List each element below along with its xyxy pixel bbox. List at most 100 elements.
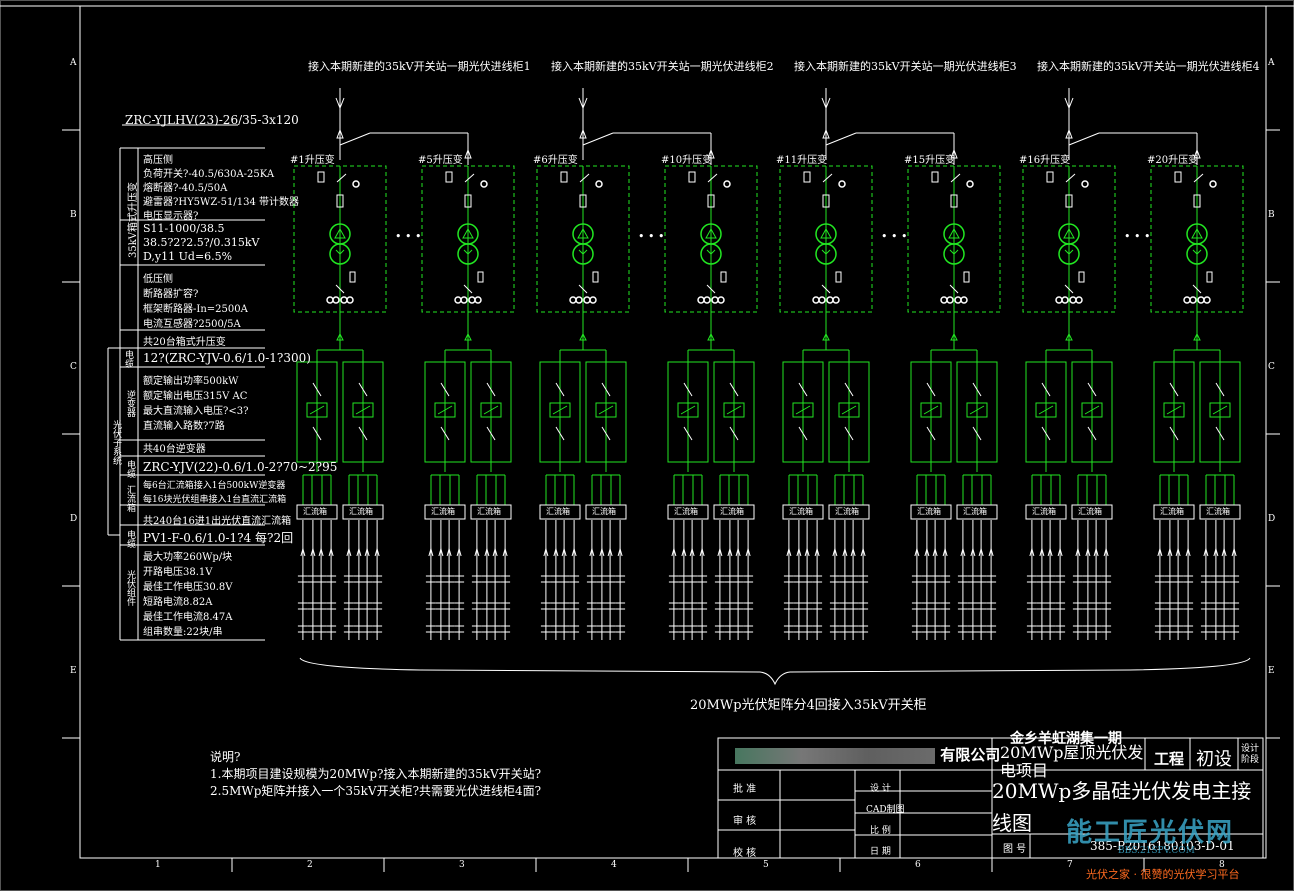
cable2-tag: 电缆 bbox=[123, 350, 133, 368]
design-stage-label: 设计阶段 bbox=[1241, 744, 1260, 765]
tb-scale: 比 例 bbox=[870, 826, 891, 836]
cable4-spec: PV1-F-0.6/1.0-1?4 每?2回 bbox=[143, 531, 294, 545]
stage-value: 初设 bbox=[1196, 749, 1232, 770]
stage-label: 工程 bbox=[1154, 750, 1185, 768]
lp-hv-line-1: 负荷开关?-40.5/630A-25KA bbox=[143, 169, 275, 180]
lv-arrester bbox=[835, 271, 842, 283]
indicator bbox=[1081, 180, 1089, 188]
ct bbox=[818, 296, 826, 304]
transformer-label: #5升压变 bbox=[418, 155, 463, 166]
ct bbox=[569, 296, 577, 304]
lp-inv-line-3: 直流输入路数?7路 bbox=[143, 421, 225, 432]
load-switch bbox=[464, 173, 475, 183]
combiner-label: 汇流箱 bbox=[835, 507, 859, 516]
watermark-site: BBS.21SPV.COM bbox=[1118, 846, 1195, 856]
surge-arrester bbox=[317, 171, 325, 183]
ct bbox=[1197, 296, 1205, 304]
drawing-no-label: 图 号 bbox=[1003, 844, 1027, 855]
lv-arrester bbox=[1206, 271, 1213, 283]
combiner-label: 汇流箱 bbox=[720, 507, 744, 516]
indicator bbox=[966, 180, 974, 188]
ellipsis: • • • bbox=[638, 230, 665, 243]
combiner-label: 汇流箱 bbox=[546, 507, 570, 516]
lp-pv-line-0: 最大功率260Wp/块 bbox=[143, 552, 233, 563]
tb-design: 设 计 bbox=[870, 784, 891, 794]
ct bbox=[697, 296, 705, 304]
load-switch bbox=[950, 173, 961, 183]
ct bbox=[346, 296, 354, 304]
surge-arrester bbox=[803, 171, 811, 183]
row-label-A-right: A bbox=[1268, 58, 1275, 68]
note-line-2: 2.5MWp矩阵并接入一个35kV开关柜?共需要光伏进线柜4面? bbox=[210, 784, 542, 798]
ct bbox=[960, 296, 968, 304]
company-logo-blur bbox=[735, 748, 935, 764]
section-35kv-label: 35kV箱式升压变 bbox=[128, 181, 139, 258]
transformer-label: #15升压变 bbox=[904, 155, 956, 166]
combiner-label: 汇流箱 bbox=[431, 507, 455, 516]
watermark-text: 光伏之家 · 很赞的光伏学习平台 bbox=[1086, 868, 1240, 881]
surge-arrester bbox=[560, 171, 568, 183]
feeder-title-3: 接入本期新建的35kV开关站一期光伏进线柜3 bbox=[794, 60, 1017, 73]
lv-arrester bbox=[1078, 271, 1085, 283]
load-switch bbox=[1065, 173, 1076, 183]
feeder-title-2: 接入本期新建的35kV开关站一期光伏进线柜2 bbox=[551, 60, 774, 73]
array-caption: 20MWp光伏矩阵分4回接入35kV开关柜 bbox=[690, 698, 927, 713]
ct bbox=[1189, 296, 1197, 304]
combiner-label: 汇流箱 bbox=[1032, 507, 1056, 516]
feeder-title-1: 接入本期新建的35kV开关站一期光伏进线柜1 bbox=[308, 60, 531, 73]
surge-arrester bbox=[1174, 171, 1182, 183]
ellipsis: • • • bbox=[881, 230, 908, 243]
row-label-C-right: C bbox=[1268, 362, 1275, 372]
lp-hv-line-3: 避雷器?HY5WZ-51/134 带计数器 bbox=[143, 197, 300, 208]
combiner-label: 汇流箱 bbox=[674, 507, 698, 516]
tie-line bbox=[1068, 132, 1100, 146]
lp-tx-line-2: D,y11 Ud=6.5% bbox=[143, 250, 233, 263]
lv-arrester bbox=[349, 271, 356, 283]
lv-arrester bbox=[477, 271, 484, 283]
ct bbox=[1061, 296, 1069, 304]
tie-line bbox=[582, 132, 614, 146]
cable3-spec: ZRC-YJV(22)-0.6/1.0-2?70~2?95 bbox=[143, 460, 338, 474]
ct bbox=[826, 296, 834, 304]
lp-pv-line-2: 最佳工作电压30.8V bbox=[143, 582, 233, 593]
combiner-label: 汇流箱 bbox=[1206, 507, 1230, 516]
transformer-label: #10升压变 bbox=[661, 155, 713, 166]
cable-spec-top: ZRC-YJLHV(23)-26/35-3x120 bbox=[125, 113, 299, 127]
load-switch bbox=[579, 173, 590, 183]
col-label-2: 2 bbox=[307, 860, 313, 870]
cable3-tag: 电缆 bbox=[125, 460, 135, 478]
lp-lv-line-2: 框架断路器-In=2500A bbox=[143, 304, 248, 315]
row-label-C-left: C bbox=[70, 362, 77, 372]
lp-tx-line-0: S11-1000/38.5 bbox=[143, 222, 225, 235]
ct bbox=[832, 296, 840, 304]
ct bbox=[340, 296, 348, 304]
surge-arrester bbox=[445, 171, 453, 183]
lp-lv-line-3: 电流互感器?2500/5A bbox=[143, 319, 241, 330]
lp-comb-line-0: 每6台汇流箱接入1台500kW逆变器 bbox=[143, 481, 286, 491]
tb-review: 审 核 bbox=[733, 816, 757, 827]
tie-line bbox=[339, 132, 371, 146]
indicator bbox=[723, 180, 731, 188]
lp-lv-line-0: 低压侧 bbox=[143, 274, 173, 285]
notes-title: 说明? bbox=[210, 750, 241, 764]
ct bbox=[468, 296, 476, 304]
company-name: 有限公司 bbox=[940, 746, 1001, 764]
lv-arrester bbox=[963, 271, 970, 283]
combiner-label: 汇流箱 bbox=[1160, 507, 1184, 516]
row-label-D-left: D bbox=[70, 514, 78, 524]
surge-arrester bbox=[931, 171, 939, 183]
row-label-E-left: E bbox=[70, 666, 77, 676]
inverter-total: 共40台逆变器 bbox=[143, 444, 206, 455]
ct bbox=[326, 296, 334, 304]
lp-hv-line-0: 高压侧 bbox=[143, 155, 173, 166]
col-label-1: 1 bbox=[155, 860, 161, 870]
ct bbox=[1183, 296, 1191, 304]
ct bbox=[717, 296, 725, 304]
transformer-label: #20升压变 bbox=[1147, 155, 1199, 166]
indicator bbox=[1209, 180, 1217, 188]
lp-pv-line-4: 最佳工作电流8.47A bbox=[143, 612, 233, 623]
ct bbox=[575, 296, 583, 304]
ct bbox=[1055, 296, 1063, 304]
ct bbox=[1069, 296, 1077, 304]
combiner-total: 共240台16进1出光伏直流汇流箱 bbox=[143, 516, 292, 527]
